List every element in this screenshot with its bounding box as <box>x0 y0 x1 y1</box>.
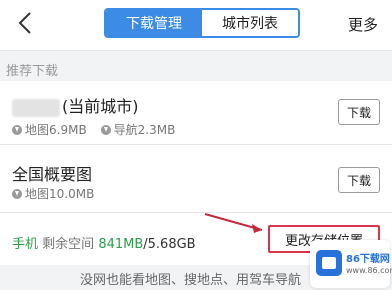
map-size-text: 地图6.9MB <box>25 123 87 137</box>
storage-total-value: /5.68GB <box>143 237 196 252</box>
download-size-icon <box>100 124 111 135</box>
map-size-text: 地图10.0MB <box>25 187 95 201</box>
back-icon[interactable] <box>14 10 36 36</box>
list-item: 全国概要图 地图10.0MB 下载 <box>0 145 392 213</box>
nav-size: 导航2.3MB <box>100 121 176 138</box>
item-title: 全国概要图 <box>12 165 93 184</box>
tab-download-manager[interactable]: 下载管理 <box>106 10 202 36</box>
section-title: 推荐下载 <box>6 64 59 79</box>
storage-phone-label: 手机 <box>12 237 39 252</box>
tab-city-list[interactable]: 城市列表 <box>202 10 298 36</box>
segmented-tabs: 下载管理 城市列表 <box>104 8 300 38</box>
item-meta: 地图10.0MB <box>12 185 94 202</box>
nav-size-text: 导航2.3MB <box>113 123 176 137</box>
section-header: 推荐下载 <box>0 51 392 81</box>
map-size: 地图6.9MB <box>12 121 87 138</box>
item-meta: 地图6.9MB 导航2.3MB <box>12 121 175 138</box>
more-button[interactable]: 更多 <box>348 14 378 35</box>
list-item: (当前城市) 地图6.9MB 导航2.3MB 下载 <box>0 81 392 145</box>
top-bar: 下载管理 城市列表 更多 <box>0 0 392 51</box>
watermark-badge: 86下载网 www.86.com <box>310 240 392 288</box>
item-title-text: (当前城市) <box>62 97 139 116</box>
storage-free-value: 841MB <box>98 237 144 252</box>
watermark-name: 86下载网 <box>346 254 390 265</box>
download-size-icon <box>12 124 22 135</box>
map-size: 地图10.0MB <box>12 185 94 202</box>
item-title: (当前城市) <box>12 93 139 117</box>
watermark-url: www.86.com <box>346 266 392 275</box>
bottom-tip-text: 没网也能看地图、搜地点、用驾车导航 <box>80 273 302 288</box>
storage-info: 手机 剩余空间 841MB/5.68GB <box>12 233 196 252</box>
download-button[interactable]: 下载 <box>338 99 380 125</box>
download-button[interactable]: 下载 <box>338 167 380 193</box>
redacted-city-name <box>12 98 60 117</box>
download-size-icon <box>12 188 22 199</box>
storage-free-label: 剩余空间 <box>42 237 95 252</box>
watermark-logo-icon <box>316 250 342 276</box>
